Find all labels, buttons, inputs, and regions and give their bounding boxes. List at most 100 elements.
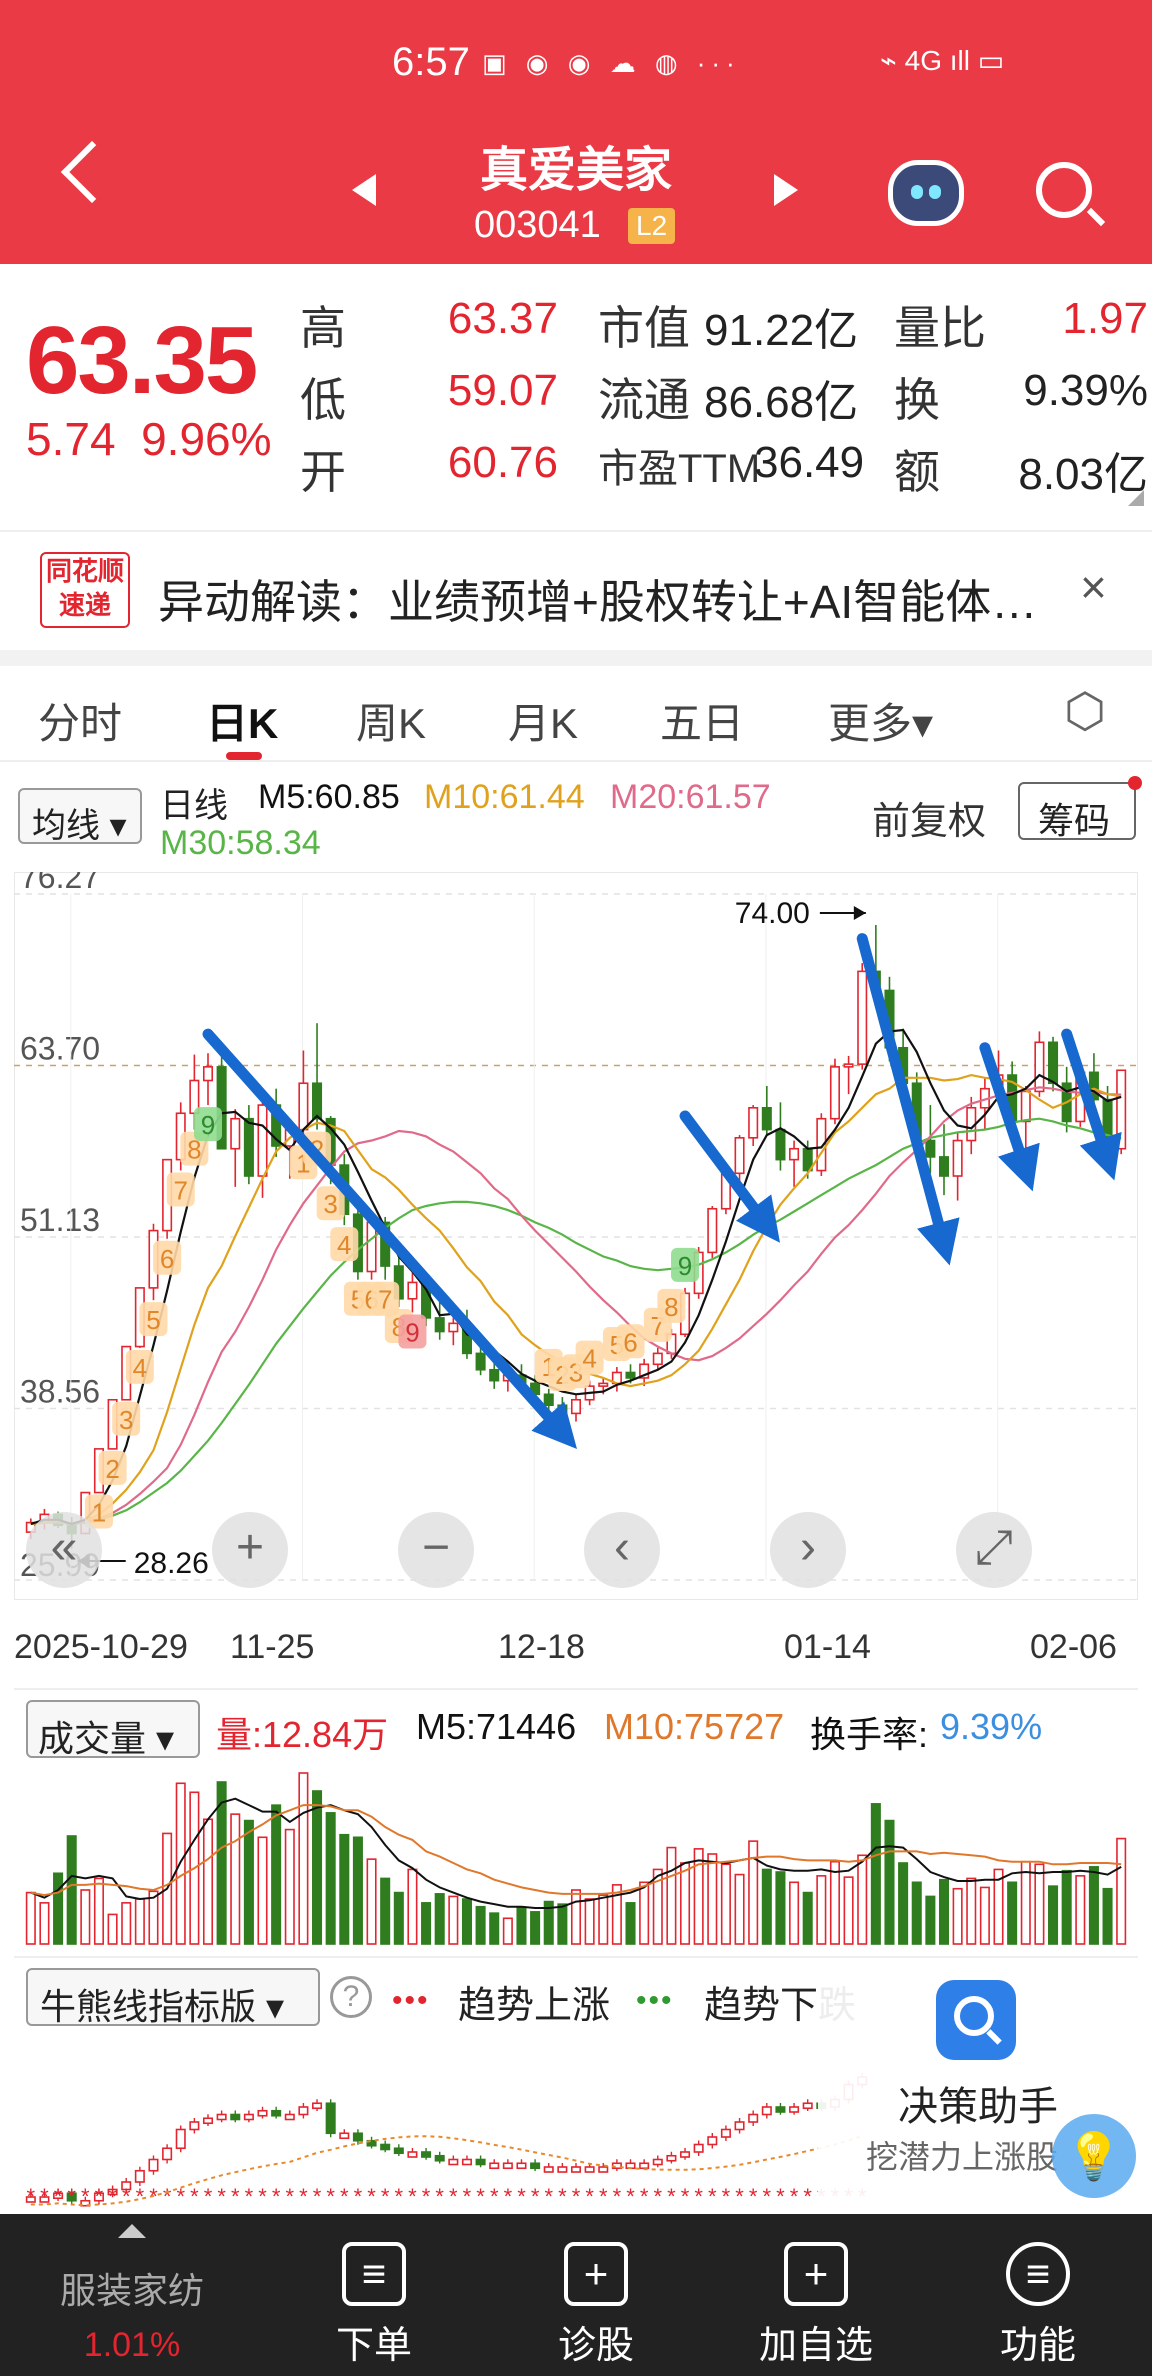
indicator-bar-up [134, 2169, 145, 2183]
level2-badge[interactable]: L2 [628, 208, 676, 244]
next-stock-icon[interactable] [774, 174, 798, 206]
volume-bar-up [1075, 1875, 1086, 1945]
trend-up-dot: * [463, 2184, 472, 2209]
candle-up [952, 1139, 963, 1177]
volume-bar-down [625, 1902, 636, 1945]
diagnose-button[interactable]: + 诊股 [498, 2214, 694, 2376]
ma-select[interactable]: 均线 ▾ [18, 788, 142, 845]
indicator-bar-up [666, 2154, 677, 2162]
volume-bar-up [734, 1873, 745, 1945]
candle-up [707, 1207, 718, 1254]
indicator-select[interactable]: 牛熊线指标版 ▾ [26, 1968, 320, 2027]
trend-up-dot: * [136, 2184, 145, 2209]
scroll-left-fast-icon[interactable]: « [26, 1512, 102, 1588]
stock-name: 真爱美家 [479, 144, 672, 197]
volume-bar-up [666, 1846, 677, 1945]
fuquan-button[interactable]: 前复权 [872, 790, 986, 845]
volume-bar-down [1061, 1869, 1072, 1945]
open-value: 60.76 [447, 438, 558, 487]
scroll-right-icon[interactable]: › [770, 1512, 846, 1588]
ma-select-label: 均线 ▾ [32, 807, 127, 845]
indicator-bar-up [761, 2106, 772, 2116]
trend-up-dot: * [367, 2184, 376, 2209]
candle-up [843, 1063, 854, 1068]
lightbulb-icon[interactable]: 💡 [1052, 2114, 1136, 2198]
trend-up-dot: * [803, 2184, 812, 2209]
indicator-bar-up [489, 2162, 500, 2170]
volume-bar-up [829, 1860, 840, 1945]
tab-five-day[interactable]: 五日 [660, 690, 744, 751]
zoom-in-icon[interactable]: + [212, 1512, 288, 1588]
tab-fenshi[interactable]: 分时 [38, 690, 122, 751]
add-watchlist-label: 加自选 [758, 2325, 873, 2367]
expand-corner-icon[interactable] [1128, 490, 1144, 506]
close-icon[interactable]: × [1080, 560, 1107, 614]
trend-up-dot: * [122, 2184, 131, 2209]
td-count-label: 5 [146, 1305, 160, 1335]
pe-value: 36.49 [754, 438, 865, 487]
volume-bar-up [39, 1902, 50, 1945]
news-ticker[interactable]: 同花顺 速递 异动解读：业绩预增+股权转让+AI智能体… × [0, 530, 1152, 650]
scroll-left-icon[interactable]: ‹ [584, 1512, 660, 1588]
indicator-bar-up [584, 2166, 595, 2173]
mktcap-value: 91.22亿 [704, 306, 859, 355]
low-label: 低 [300, 374, 346, 426]
indicator-bar-up [312, 2102, 323, 2110]
volume-bar-down [1102, 1887, 1113, 1945]
sector-name: 服装家纺 [59, 2270, 204, 2311]
trend-up-dot: * [490, 2184, 499, 2209]
chouma-button[interactable]: 筹码 [1018, 782, 1136, 841]
trend-up-dot: * [395, 2184, 404, 2209]
help-icon[interactable]: ? [330, 1976, 372, 2018]
sector-change: 1.01% [83, 2326, 181, 2364]
volume-bar-up [748, 1840, 759, 1945]
news-headline[interactable]: 异动解读：业绩预增+股权转让+AI智能体… [158, 566, 1037, 632]
td-count-label: 9 [201, 1110, 215, 1140]
candle-down [543, 1393, 554, 1407]
td-count-label: 3 [119, 1405, 133, 1435]
volume-bar-up [720, 1863, 731, 1945]
indicator-bar-up [284, 2113, 295, 2121]
tab-monthly-k[interactable]: 月K [508, 690, 578, 751]
volume-select[interactable]: 成交量 ▾ [26, 1700, 200, 1759]
indicator-bar-down [352, 2132, 363, 2142]
trend-up-dot: * [517, 2184, 526, 2209]
candle-down [243, 1117, 254, 1177]
trend-up-dot: * [790, 2184, 799, 2209]
trend-up-dot: * [108, 2184, 117, 2209]
m10-value: M10:61.44 [424, 778, 585, 816]
trend-up-dot: * [749, 2184, 758, 2209]
trend-up-label: 趋势上涨 [458, 1985, 611, 2027]
order-button[interactable]: ≡ 下单 [276, 2214, 472, 2376]
divider [14, 1956, 1138, 1958]
indicator-bar-up [748, 2113, 759, 2123]
td-count-label: 6 [160, 1244, 174, 1274]
trend-up-dot: * [544, 2184, 553, 2209]
tab-more[interactable]: 更多▾ [828, 690, 933, 751]
ai-robot-icon[interactable] [888, 160, 964, 226]
fullscreen-icon[interactable]: ⤢ [956, 1512, 1032, 1588]
high-value: 63.37 [447, 294, 558, 343]
add-watchlist-button[interactable]: + 加自选 [718, 2214, 914, 2376]
volume-bar-up [680, 1862, 691, 1945]
trend-up-dot: * [299, 2184, 308, 2209]
m20-value: M20:61.57 [610, 778, 771, 816]
function-button[interactable]: ≡ 功能 [940, 2214, 1136, 2376]
tab-weekly-k[interactable]: 周K [356, 690, 426, 751]
volume-chart[interactable] [14, 1760, 1138, 1946]
volume-bar-down [312, 1790, 323, 1945]
zoom-out-icon[interactable]: − [398, 1512, 474, 1588]
search-icon[interactable] [1036, 162, 1092, 218]
volume-bar-down [475, 1905, 486, 1945]
tab-daily-k[interactable]: 日K [206, 690, 278, 751]
add-square-icon: + [784, 2242, 848, 2306]
candle-down [475, 1352, 486, 1371]
sector-button[interactable]: 服装家纺 1.01% [0, 2214, 264, 2376]
trend-up-dot: * [340, 2184, 349, 2209]
volume-bar-down [53, 1872, 64, 1945]
candle-up [570, 1398, 582, 1415]
settings-hex-icon[interactable]: ⬡ [1064, 688, 1112, 736]
td-count-label: 8 [664, 1292, 678, 1322]
kline-chart[interactable]: 76.2763.7051.1338.5625.99123456789123456… [14, 872, 1138, 1600]
candle-up [1034, 1041, 1045, 1093]
